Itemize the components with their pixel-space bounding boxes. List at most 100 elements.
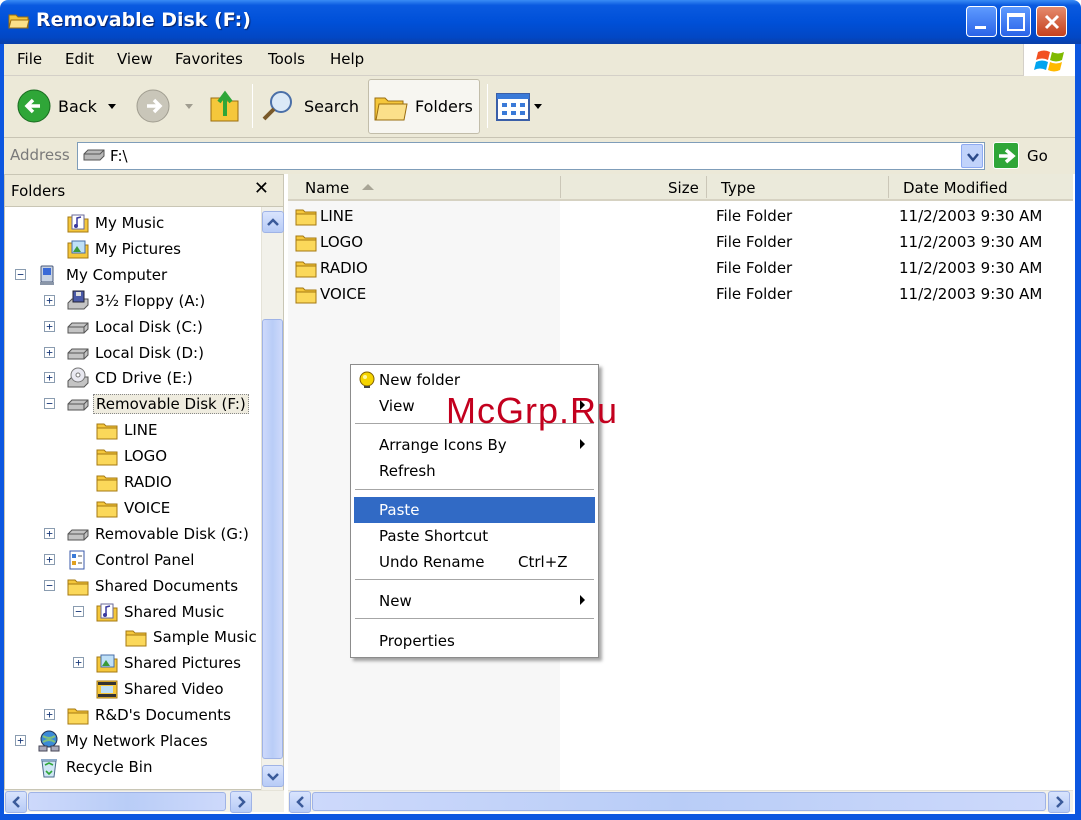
context-menu-item-undo-rename[interactable]: Undo Rename Ctrl+Z (354, 549, 595, 575)
tree-item[interactable]: − Shared Documents (5, 574, 259, 598)
file-row[interactable]: RADIO File Folder 11/2/2003 9:30 AM (288, 256, 1073, 280)
file-row[interactable]: LINE File Folder 11/2/2003 9:30 AM (288, 204, 1073, 228)
folder-icon (96, 501, 118, 518)
column-header-name[interactable]: Name (305, 179, 349, 197)
tree-item[interactable]: − Shared Music (5, 600, 259, 624)
tree-item[interactable]: Shared Video (5, 677, 259, 701)
scroll-left-button[interactable] (5, 791, 27, 813)
back-dropdown-icon[interactable] (108, 104, 116, 109)
folders-button[interactable]: Folders (368, 79, 480, 134)
collapse-icon[interactable]: − (15, 268, 26, 280)
tree-item[interactable]: + Local Disk (D:) (5, 341, 259, 365)
close-button[interactable] (1036, 6, 1067, 37)
tree-item[interactable]: My Pictures (5, 237, 259, 261)
tree-item[interactable]: RADIO (5, 470, 259, 494)
file-row[interactable]: VOICE File Folder 11/2/2003 9:30 AM (288, 282, 1073, 306)
expand-icon[interactable]: + (44, 372, 55, 384)
folders-horizontal-scrollbar[interactable] (4, 790, 284, 813)
expand-icon[interactable]: + (44, 553, 55, 565)
shared-video-icon (96, 680, 118, 699)
context-menu-item-paste-shortcut[interactable]: Paste Shortcut (354, 523, 595, 549)
menu-view[interactable]: View (117, 50, 153, 68)
column-separator[interactable] (706, 176, 707, 198)
expand-icon[interactable]: + (44, 527, 55, 539)
tree-item[interactable]: VOICE (5, 496, 259, 520)
address-bar: Address F:\ Go (0, 138, 1081, 174)
go-label[interactable]: Go (1027, 147, 1048, 165)
column-separator[interactable] (888, 176, 889, 198)
maximize-button[interactable] (1000, 6, 1031, 37)
context-menu-item-refresh[interactable]: Refresh (354, 458, 595, 484)
tree-item[interactable]: + Control Panel (5, 548, 259, 572)
scroll-thumb[interactable] (262, 319, 283, 759)
views-dropdown-icon (534, 104, 542, 109)
menu-file[interactable]: File (17, 50, 42, 68)
menu-help[interactable]: Help (330, 50, 364, 68)
scroll-thumb[interactable] (28, 792, 226, 811)
tree-item[interactable]: + Removable Disk (G:) (5, 522, 259, 546)
tree-item[interactable]: Sample Music (5, 625, 259, 649)
context-menu-item-properties[interactable]: Properties (354, 628, 595, 654)
column-header-type[interactable]: Type (721, 179, 755, 197)
tree-item[interactable]: + Shared Pictures (5, 651, 259, 675)
tree-item[interactable]: LINE (5, 418, 259, 442)
collapse-icon[interactable]: − (73, 605, 84, 617)
tree-item[interactable]: LOGO (5, 444, 259, 468)
file-row[interactable]: LOGO File Folder 11/2/2003 9:30 AM (288, 230, 1073, 254)
search-button[interactable]: Search (260, 86, 360, 126)
expand-icon[interactable]: + (15, 735, 26, 746)
folders-pane-close-icon[interactable]: ✕ (254, 178, 269, 199)
scroll-right-button[interactable] (1048, 791, 1070, 813)
scroll-thumb[interactable] (312, 792, 1046, 811)
submenu-arrow-icon (580, 595, 585, 605)
collapse-icon[interactable]: − (44, 398, 55, 410)
forward-button[interactable] (133, 86, 195, 126)
tree-item-label: Recycle Bin (66, 757, 153, 776)
column-separator[interactable] (560, 176, 561, 198)
go-button[interactable] (993, 142, 1019, 169)
folder-icon (96, 423, 118, 440)
expand-icon[interactable]: + (73, 657, 84, 669)
expand-icon[interactable]: + (44, 346, 55, 358)
address-dropdown-button[interactable] (961, 144, 983, 168)
context-menu-item-paste[interactable]: Paste (354, 497, 595, 523)
tree-item[interactable]: Recycle Bin (5, 755, 259, 779)
address-input[interactable]: F:\ (77, 142, 985, 170)
chevron-right-icon (238, 796, 246, 808)
tree-item[interactable]: + R&D's Documents (5, 703, 259, 727)
filelist-horizontal-scrollbar[interactable] (288, 790, 1073, 813)
title-bar[interactable]: Removable Disk (F:) (0, 0, 1081, 44)
column-header-date-modified[interactable]: Date Modified (903, 179, 1008, 197)
scroll-up-button[interactable] (262, 211, 284, 233)
minimize-icon (975, 26, 986, 29)
collapse-icon[interactable]: − (44, 579, 55, 591)
tree-item-label: Shared Pictures (124, 654, 241, 673)
folder-tree: My Music My Pictures − My Computer +3½ Flopp… (5, 207, 259, 791)
menu-favorites[interactable]: Favorites (175, 50, 243, 68)
tree-item[interactable]: + My Network Places (5, 729, 259, 753)
context-menu-item-new[interactable]: New (354, 588, 595, 614)
tree-item[interactable]: − My Computer (5, 263, 259, 287)
pictures-folder-icon (96, 654, 118, 673)
context-menu-item-arrange-icons-by[interactable]: Arrange Icons By (354, 432, 595, 458)
up-folder-icon[interactable] (208, 86, 242, 124)
tree-item[interactable]: + CD Drive (E:) (5, 366, 259, 390)
expand-icon[interactable]: + (44, 709, 55, 721)
tree-item[interactable]: + Local Disk (C:) (5, 315, 259, 339)
expand-icon[interactable]: + (44, 294, 55, 306)
views-button[interactable] (494, 92, 546, 122)
tree-item[interactable]: − Removable Disk (F:) (5, 392, 259, 416)
tree-item[interactable]: +3½ Floppy (A:) (5, 289, 259, 313)
menu-tools[interactable]: Tools (268, 50, 305, 68)
scroll-right-button[interactable] (230, 791, 252, 813)
forward-dropdown-icon (185, 104, 193, 109)
expand-icon[interactable]: + (44, 320, 55, 332)
scroll-down-button[interactable] (262, 765, 284, 787)
scroll-left-button[interactable] (289, 791, 311, 813)
folders-vertical-scrollbar[interactable] (261, 207, 284, 791)
column-header-size[interactable]: Size (668, 179, 699, 197)
tree-item[interactable]: My Music (5, 211, 259, 235)
minimize-button[interactable] (966, 6, 997, 37)
back-button[interactable]: Back (12, 86, 122, 126)
menu-edit[interactable]: Edit (65, 50, 94, 68)
